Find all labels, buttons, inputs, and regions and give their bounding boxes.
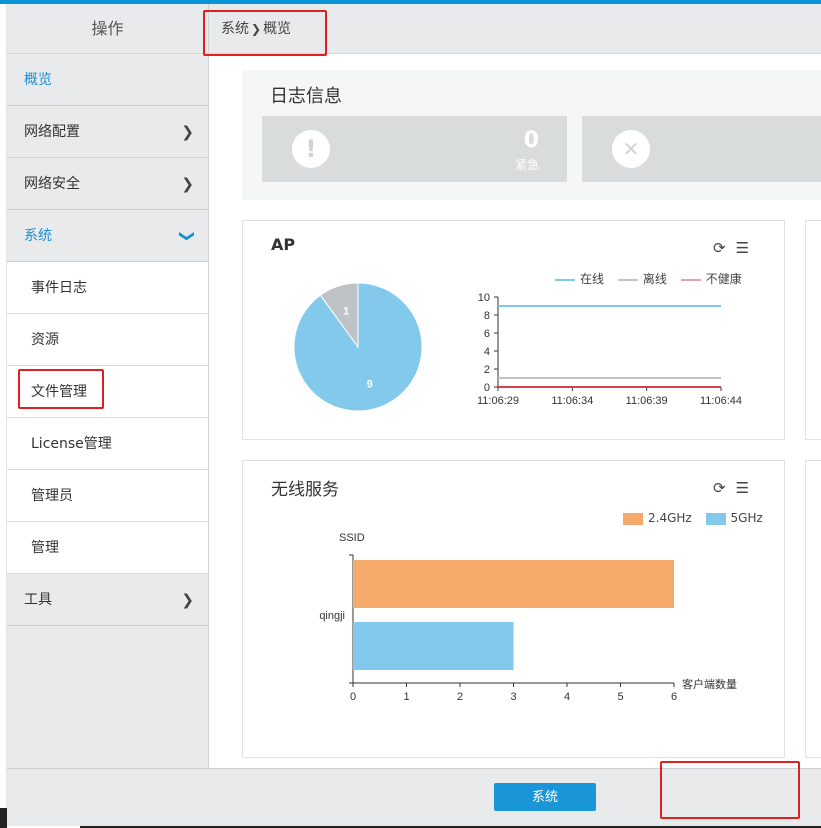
bar-x-tick-label: 1 bbox=[403, 691, 409, 703]
sidebar-item-network-config[interactable]: 网络配置 ❯ bbox=[7, 106, 208, 158]
line-y-tick-label: 0 bbox=[484, 382, 490, 394]
wireless-bar-chart: SSID 客户端数量 0 1 2 3 4 5 6 qingji bbox=[319, 532, 737, 703]
ap-line-chart: 0 2 4 6 8 10 11:06:29 11:06:34 11:06:39 11:06:44 bbox=[477, 292, 742, 407]
bottom-edge bbox=[0, 808, 7, 828]
log-info-panel: 日志信息 ! 0 紧急 ✕ bbox=[242, 70, 821, 200]
bar-x-tick-label: 6 bbox=[671, 691, 677, 703]
highlight-box-breadcrumb bbox=[203, 10, 327, 56]
line-y-tick-label: 10 bbox=[478, 292, 490, 304]
sidebar-subitem-management[interactable]: 管理 bbox=[7, 522, 208, 574]
legend-swatch-unhealthy bbox=[680, 278, 701, 281]
main-content: 日志信息 ! 0 紧急 ✕ AP ⟳ ☰ 91 0 2 4 6 8 10 11:06:29 11… bbox=[209, 54, 821, 768]
line-y-tick-label: 8 bbox=[484, 310, 490, 322]
ap-charts-svg: 91 024681011:06:29 11:06:34 11:06:39 11:06:… bbox=[293, 282, 742, 412]
right-panel-partial bbox=[805, 220, 821, 440]
log-panel-title: 日志信息 bbox=[270, 86, 342, 107]
legend-swatch-online bbox=[555, 278, 575, 281]
sidebar-subitem-label: 资源 bbox=[31, 332, 59, 348]
sidebar-subitem-license-management[interactable]: License管理 bbox=[7, 418, 208, 470]
line-y-tick-label: 6 bbox=[484, 328, 490, 340]
log-card-error[interactable]: ✕ bbox=[582, 116, 821, 182]
sidebar-item-tools[interactable]: 工具 ❯ bbox=[7, 574, 208, 626]
pie-label-1: 1 bbox=[343, 305, 349, 317]
bar-category-label: qingji bbox=[319, 610, 345, 622]
sidebar-item-system[interactable]: 系统 ❯ bbox=[7, 210, 208, 262]
line-x-tick-label: 11:06:29 bbox=[477, 395, 519, 407]
log-card-emergency[interactable]: ! 0 紧急 bbox=[262, 116, 567, 182]
bar-x-tick-label: 5 bbox=[617, 691, 623, 703]
bar-x-tick-label: 4 bbox=[564, 691, 570, 703]
left-edge bbox=[0, 4, 7, 828]
bar-y-axis-title: SSID bbox=[339, 532, 365, 544]
wireless-bar-chart-svg: SSID 客户端数量 0 1 2 3 4 5 6 qingji bbox=[319, 532, 737, 703]
sidebar-subitem-label: License管理 bbox=[31, 436, 112, 452]
line-x-tick-label: 11:06:44 bbox=[700, 395, 742, 407]
highlight-box-system-button bbox=[660, 761, 800, 819]
legend-label-unhealthy: 不健康 bbox=[705, 272, 742, 286]
sidebar-subitem-label: 管理员 bbox=[31, 488, 73, 504]
ap-panel: AP ⟳ ☰ 91 0 2 4 6 8 10 11:06:29 11:06:34 11:06:39… bbox=[242, 220, 785, 440]
sidebar-subitem-administrators[interactable]: 管理员 bbox=[7, 470, 208, 522]
line-y-tick-label: 4 bbox=[484, 346, 490, 358]
chevron-right-icon: ❯ bbox=[181, 591, 194, 609]
legend-swatch-offline bbox=[617, 278, 638, 281]
bar-1 bbox=[353, 622, 514, 670]
sidebar-header: 操作 bbox=[7, 4, 208, 54]
close-icon: ✕ bbox=[612, 130, 650, 168]
chevron-right-icon: ❯ bbox=[181, 175, 194, 193]
wireless-service-panel: 无线服务 ⟳ ☰ 2.4GHz 5GHz SSID 客户端数量 0 1 2 3 4 5 6 qing… bbox=[242, 460, 785, 758]
ap-pie-chart: 91 bbox=[293, 282, 423, 412]
sidebar-subitem-label: 事件日志 bbox=[31, 280, 87, 296]
log-card-label: 紧急 bbox=[514, 158, 539, 172]
line-x-tick-label: 11:06:34 bbox=[551, 395, 593, 407]
sidebar-subitem-event-log[interactable]: 事件日志 bbox=[7, 262, 208, 314]
sidebar-item-label: 网络配置 bbox=[24, 124, 80, 140]
chevron-right-icon: ❯ bbox=[181, 123, 194, 141]
right-panel-partial-2 bbox=[805, 460, 821, 758]
sidebar-item-overview[interactable]: 概览 bbox=[7, 54, 208, 106]
alert-icon: ! bbox=[292, 130, 330, 168]
ap-legend: 在线 离线 不健康 bbox=[555, 270, 742, 287]
sidebar-item-network-security[interactable]: 网络安全 ❯ bbox=[7, 158, 208, 210]
sidebar-item-label: 网络安全 bbox=[24, 176, 80, 192]
pie-label-0: 9 bbox=[367, 379, 373, 391]
sidebar-item-label: 概览 bbox=[24, 72, 52, 88]
log-card-count: 0 bbox=[523, 128, 539, 153]
legend-label-online: 在线 bbox=[580, 272, 605, 286]
system-button[interactable]: 系统 bbox=[494, 783, 596, 811]
bar-0 bbox=[353, 560, 674, 608]
sidebar-subitem-resources[interactable]: 资源 bbox=[7, 314, 208, 366]
legend-label-offline: 离线 bbox=[642, 272, 667, 286]
sidebar-item-label: 工具 bbox=[24, 592, 52, 608]
line-y-tick-label: 2 bbox=[484, 364, 490, 376]
bar-x-tick-label: 0 bbox=[350, 691, 356, 703]
sidebar-subitem-label: 管理 bbox=[31, 540, 59, 556]
bar-x-tick-label: 3 bbox=[510, 691, 516, 703]
chevron-down-icon: ❯ bbox=[178, 229, 197, 243]
sidebar-item-label: 系统 bbox=[24, 228, 52, 244]
bar-x-axis-title: 客户端数量 bbox=[682, 677, 737, 691]
line-x-tick-label: 11:06:39 bbox=[626, 395, 668, 407]
highlight-box-file-management bbox=[18, 369, 104, 409]
bar-x-tick-label: 2 bbox=[457, 691, 463, 703]
